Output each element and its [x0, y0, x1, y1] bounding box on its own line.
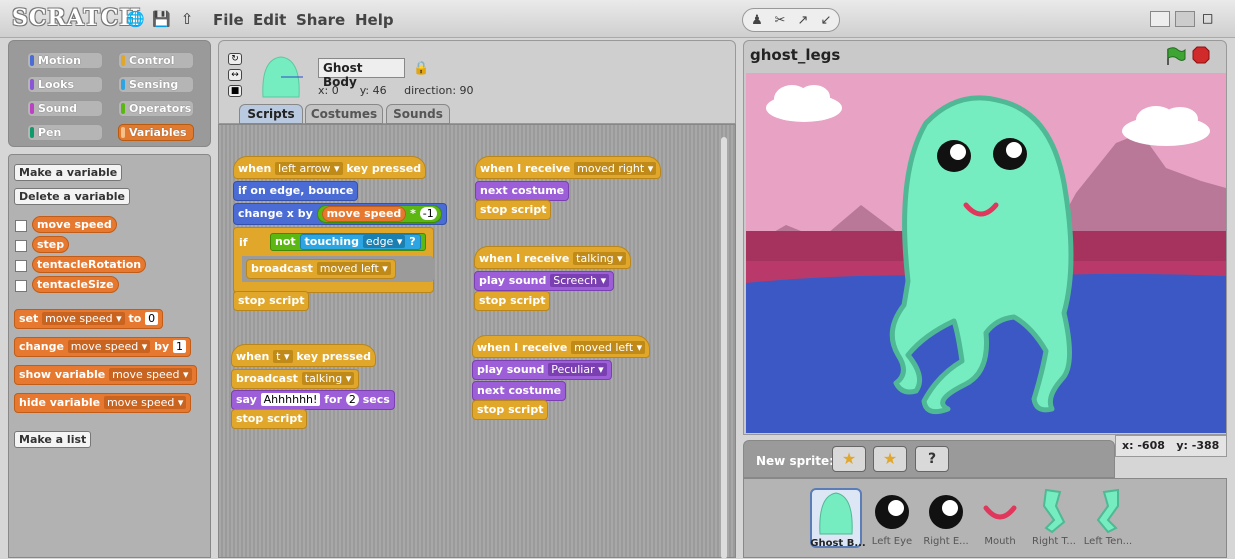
rotate-style-icon[interactable]: ↻ [228, 53, 242, 65]
not-operator[interactable]: not touching edge ? [270, 233, 426, 251]
when-key-pressed-hat[interactable]: when t key pressed [231, 344, 377, 367]
sprite-coordinates: x: 0 y: 46 direction: 90 [318, 84, 474, 97]
presentation-mode-icon[interactable]: □ [1202, 11, 1222, 27]
sprite-thumb-left-eye[interactable]: Left Eye [866, 488, 918, 548]
menu-help[interactable]: Help [355, 11, 394, 29]
tab-costumes[interactable]: Costumes [305, 104, 383, 124]
sprite-thumb-mouth[interactable]: Mouth [974, 488, 1026, 548]
variable-checkbox[interactable] [15, 240, 27, 252]
sprite-thumb-ghost-body[interactable]: Ghost B... [810, 488, 866, 549]
sprite-info-panel: ↻ ↔ ■ Ghost Body 🔒 x: 0 y: 46 direction:… [218, 40, 736, 124]
variable-checkbox[interactable] [15, 220, 27, 232]
surprise-sprite-icon[interactable]: ? [915, 446, 949, 472]
set-variable-block[interactable]: set move speed to 0 [14, 309, 164, 329]
block-palette: Make a variable Delete a variable move s… [8, 154, 211, 558]
green-flag-icon[interactable] [1164, 46, 1186, 66]
category-motion[interactable]: Motion [27, 52, 103, 69]
tab-sounds[interactable]: Sounds [386, 104, 450, 124]
make-variable-button[interactable]: Make a variable [14, 164, 123, 181]
choose-sprite-from-file-icon[interactable]: ★ [873, 446, 907, 472]
share-upload-icon[interactable]: ⇧ [178, 10, 196, 28]
when-i-receive-hat[interactable]: when I receive talking [474, 246, 631, 269]
menu-edit[interactable]: Edit [253, 11, 286, 29]
stop-script-block[interactable]: stop script [233, 291, 310, 311]
next-costume-block[interactable]: next costume [475, 181, 570, 201]
variable-reporter[interactable]: tentacleSize [32, 276, 119, 293]
stop-script-block[interactable]: stop script [475, 200, 552, 220]
category-panel: Motion Control Looks Sensing Sound Opera… [8, 40, 211, 147]
grow-icon[interactable]: ↗ [793, 12, 813, 30]
next-costume-block[interactable]: next costume [472, 381, 567, 401]
variable-reporter[interactable]: move speed [32, 216, 117, 233]
if-block[interactable]: if not touching edge ? broadcast moved l… [233, 227, 434, 293]
sprite-thumbnail [262, 56, 303, 98]
no-rotate-icon[interactable]: ■ [228, 85, 242, 97]
category-pen[interactable]: Pen [27, 124, 103, 141]
change-variable-block[interactable]: change move speed by 1 [14, 337, 192, 357]
save-icon[interactable]: 💾 [152, 10, 171, 28]
broadcast-block[interactable]: broadcast talking [231, 369, 360, 389]
play-sound-block[interactable]: play sound Screech [474, 271, 615, 291]
category-sound[interactable]: Sound [27, 100, 103, 117]
scripts-scrollbar[interactable] [721, 137, 727, 559]
play-sound-block[interactable]: play sound Peculiar [472, 360, 612, 380]
stage-canvas[interactable] [746, 73, 1226, 433]
menu-file[interactable]: File [213, 11, 244, 29]
say-for-secs-block[interactable]: say Ahhhhhh! for 2 secs [231, 390, 395, 410]
category-variables[interactable]: Variables [118, 124, 194, 141]
when-i-receive-hat[interactable]: when I receive moved right [475, 156, 662, 179]
scratch-logo: SCRATCH [12, 5, 142, 31]
if-on-edge-bounce-block[interactable]: if on edge, bounce [233, 181, 359, 201]
lock-icon[interactable]: 🔒 [413, 61, 429, 76]
broadcast-block[interactable]: broadcast moved left [246, 259, 396, 279]
new-sprite-label: New sprite: [756, 454, 834, 468]
hide-variable-block[interactable]: hide variable move speed [14, 393, 192, 413]
show-variable-block[interactable]: show variable move speed [14, 365, 197, 385]
menu-share[interactable]: Share [296, 11, 345, 29]
sprite-thumb-right-tentacle[interactable]: Right T... [1028, 488, 1080, 548]
category-control[interactable]: Control [118, 52, 194, 69]
stop-script-block[interactable]: stop script [231, 409, 308, 429]
scripts-area[interactable]: when left arrow key pressed if on edge, … [218, 124, 736, 559]
tab-scripts[interactable]: Scripts [239, 104, 303, 124]
stop-script-block[interactable]: stop script [472, 400, 549, 420]
sprite-thumb-right-eye[interactable]: Right E... [920, 488, 972, 548]
stop-sign-icon[interactable] [1192, 46, 1210, 64]
shrink-icon[interactable]: ↙ [816, 12, 836, 30]
delete-icon[interactable]: ✂ [770, 12, 790, 30]
variable-reporter[interactable]: step [32, 236, 70, 253]
mouse-coordinates: x: -608 y: -388 [1115, 435, 1227, 457]
category-sensing[interactable]: Sensing [118, 76, 194, 93]
delete-variable-button[interactable]: Delete a variable [14, 188, 130, 205]
variable-checkbox[interactable] [15, 280, 27, 292]
when-i-receive-hat[interactable]: when I receive moved left [472, 335, 651, 358]
change-x-block[interactable]: change x by move speed * -1 [233, 203, 447, 225]
small-stage-icon[interactable] [1150, 11, 1170, 27]
stage-tools: ♟ ✂ ↗ ↙ [742, 8, 840, 32]
variable-reporter[interactable]: tentacleRotation [32, 256, 147, 273]
sprite-thumb-left-tentacle[interactable]: Left Ten... [1082, 488, 1134, 548]
category-looks[interactable]: Looks [27, 76, 103, 93]
stop-script-block[interactable]: stop script [474, 291, 551, 311]
project-title: ghost_legs [750, 46, 841, 64]
when-key-pressed-hat[interactable]: when left arrow key pressed [233, 156, 427, 179]
variable-checkbox[interactable] [15, 260, 27, 272]
stage-panel: ghost_legs [743, 40, 1227, 435]
new-sprite-bar: New sprite: ★ ★ ? [743, 440, 1115, 478]
sprite-name-field[interactable]: Ghost Body [318, 58, 405, 89]
normal-stage-icon[interactable] [1175, 11, 1195, 27]
globe-icon[interactable]: 🌐 [126, 10, 145, 28]
top-bar: SCRATCH 🌐 💾 ⇧ File Edit Share Help ♟ ✂ ↗… [0, 0, 1235, 38]
category-operators[interactable]: Operators [118, 100, 194, 117]
flip-style-icon[interactable]: ↔ [228, 69, 242, 81]
duplicate-icon[interactable]: ♟ [747, 12, 767, 30]
make-list-button[interactable]: Make a list [14, 431, 92, 448]
paint-new-sprite-icon[interactable]: ★ [832, 446, 866, 472]
